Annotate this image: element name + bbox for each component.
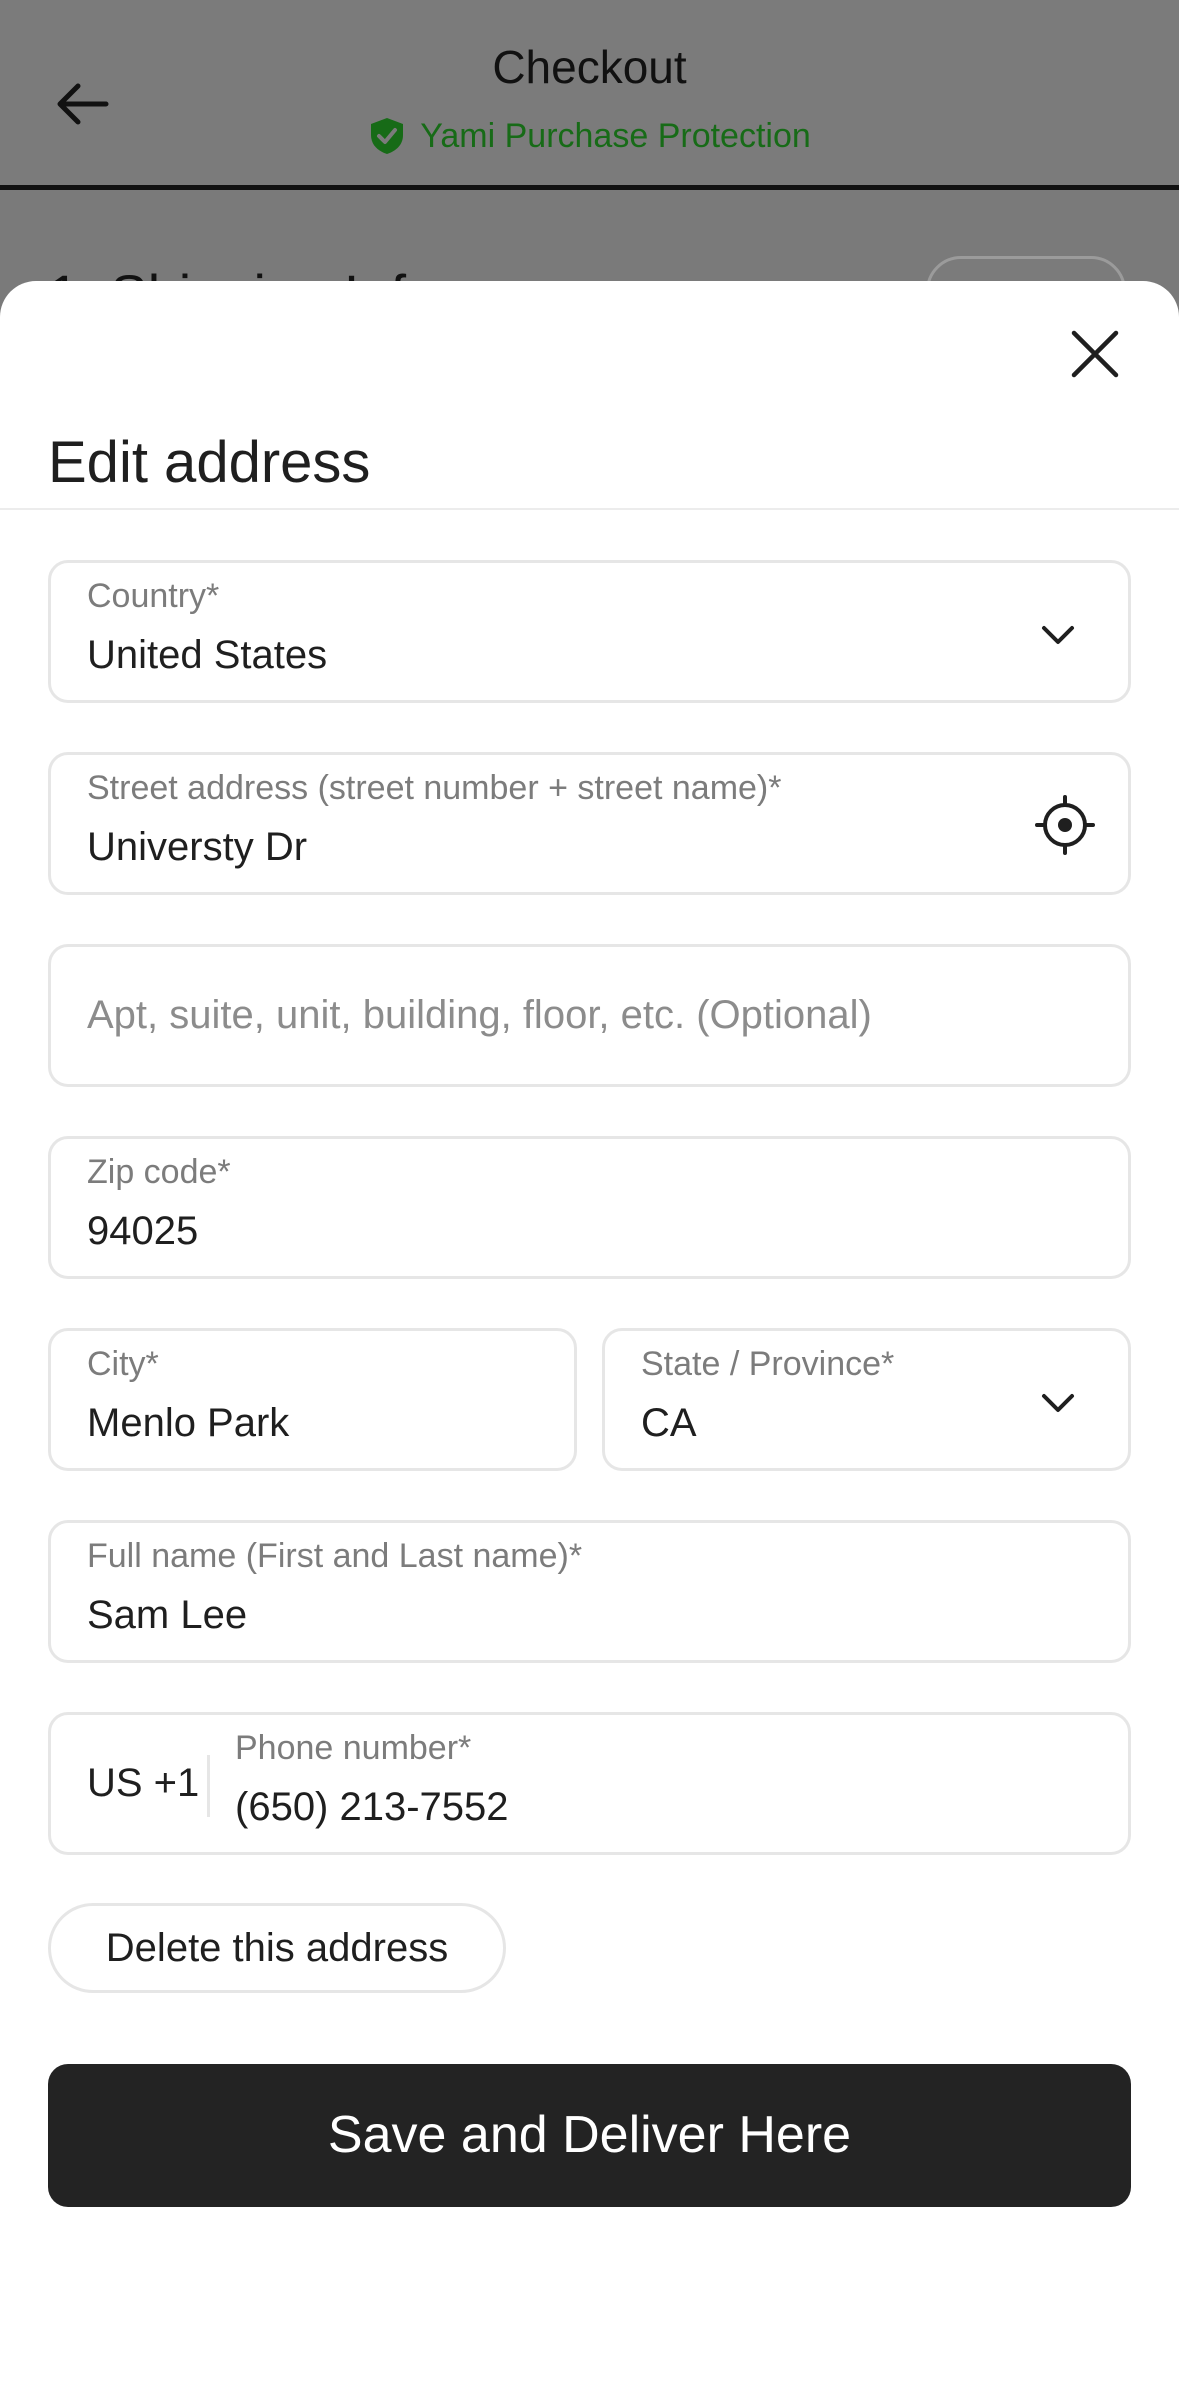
delete-address-button[interactable]: Delete this address bbox=[48, 1903, 506, 1993]
close-icon[interactable] bbox=[1066, 325, 1124, 383]
country-label: Country* bbox=[87, 577, 220, 615]
locate-target-icon[interactable] bbox=[1035, 795, 1095, 855]
country-value: United States bbox=[87, 633, 328, 677]
phone-field[interactable]: US +1 Phone number* (650) 213-7552 bbox=[48, 1712, 1131, 1855]
state-label: State / Province* bbox=[641, 1345, 895, 1383]
city-field[interactable]: City* Menlo Park bbox=[48, 1328, 577, 1471]
street-address-label: Street address (street number + street n… bbox=[87, 769, 782, 807]
chevron-down-icon bbox=[1042, 1394, 1074, 1412]
save-and-deliver-button[interactable]: Save and Deliver Here bbox=[48, 2064, 1131, 2207]
checkout-page: Checkout Yami Purchase Protection 1. Shi… bbox=[0, 0, 1179, 2396]
divider bbox=[0, 508, 1179, 510]
zip-code-field[interactable]: Zip code* 94025 bbox=[48, 1136, 1131, 1279]
zip-code-value: 94025 bbox=[87, 1209, 199, 1253]
shield-check-icon bbox=[371, 118, 404, 154]
state-select[interactable]: State / Province* CA bbox=[602, 1328, 1131, 1471]
street-address-value: Universty Dr bbox=[87, 825, 308, 869]
full-name-label: Full name (First and Last name)* bbox=[87, 1537, 583, 1575]
phone-separator bbox=[207, 1755, 210, 1817]
city-value: Menlo Park bbox=[87, 1401, 290, 1445]
apt-suite-placeholder: Apt, suite, unit, building, floor, etc. … bbox=[87, 993, 872, 1037]
purchase-protection-label: Yami Purchase Protection bbox=[420, 116, 811, 155]
edit-address-sheet: Edit address Country* United States Stre… bbox=[0, 281, 1179, 2396]
checkout-header: Checkout Yami Purchase Protection bbox=[0, 0, 1179, 190]
phone-value: (650) 213-7552 bbox=[235, 1785, 509, 1829]
chevron-down-icon bbox=[1042, 626, 1074, 644]
apt-suite-field[interactable]: Apt, suite, unit, building, floor, etc. … bbox=[48, 944, 1131, 1087]
phone-label: Phone number* bbox=[235, 1729, 472, 1767]
zip-code-label: Zip code* bbox=[87, 1153, 231, 1191]
country-code-selector[interactable]: US +1 bbox=[87, 1761, 199, 1806]
city-label: City* bbox=[87, 1345, 159, 1383]
sheet-title: Edit address bbox=[48, 430, 371, 495]
country-select[interactable]: Country* United States bbox=[48, 560, 1131, 703]
state-value: CA bbox=[641, 1401, 697, 1445]
full-name-field[interactable]: Full name (First and Last name)* Sam Lee bbox=[48, 1520, 1131, 1663]
full-name-value: Sam Lee bbox=[87, 1593, 248, 1637]
page-title: Checkout bbox=[492, 41, 687, 93]
street-address-field[interactable]: Street address (street number + street n… bbox=[48, 752, 1131, 895]
purchase-protection-badge: Yami Purchase Protection bbox=[0, 116, 1179, 156]
